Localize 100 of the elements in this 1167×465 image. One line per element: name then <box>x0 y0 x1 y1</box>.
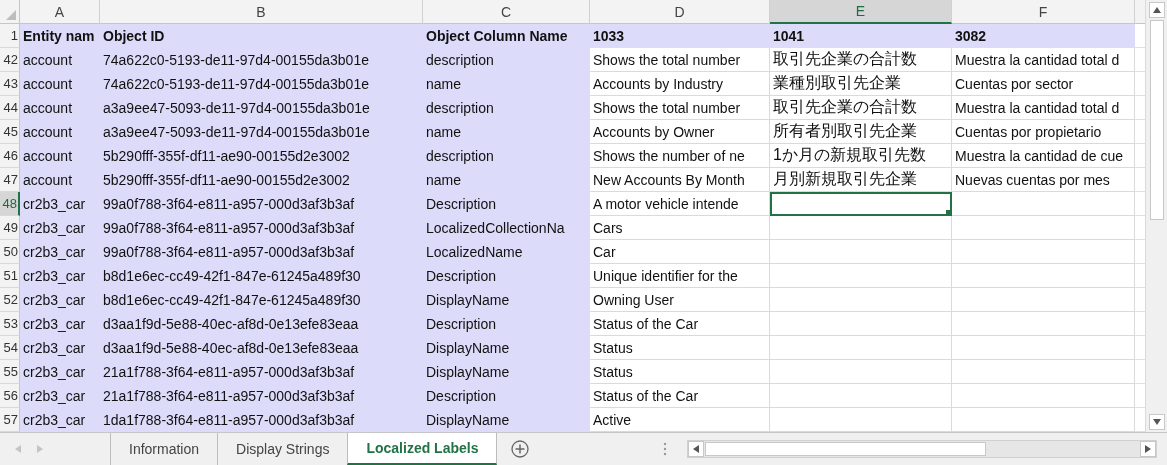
table-cell[interactable]: b8d1e6ec-cc49-42f1-847e-61245a489f30 <box>100 288 423 312</box>
table-cell[interactable]: DisplayName <box>423 288 590 312</box>
table-cell[interactable]: New Accounts By Month <box>590 168 770 192</box>
table-cell[interactable]: 99a0f788-3f64-e811-a957-000d3af3b3af <box>100 192 423 216</box>
table-cell[interactable]: 1か月の新規取引先数 <box>770 144 952 168</box>
row-header[interactable]: 50 <box>0 240 20 264</box>
column-header[interactable]: C <box>423 0 590 24</box>
next-sheet-button[interactable] <box>36 445 44 453</box>
table-cell[interactable]: 月別新規取引先企業 <box>770 168 952 192</box>
row-header[interactable]: 44 <box>0 96 20 120</box>
table-cell[interactable]: Status of the Car <box>590 384 770 408</box>
table-cell[interactable]: name <box>423 168 590 192</box>
splitter-icon[interactable] <box>663 442 668 456</box>
table-cell[interactable]: 3082 <box>952 24 1135 48</box>
table-cell[interactable] <box>952 312 1135 336</box>
table-cell[interactable]: 21a1f788-3f64-e811-a957-000d3af3b3af <box>100 360 423 384</box>
scroll-down-button[interactable] <box>1148 414 1165 430</box>
table-cell[interactable]: 所有者別取引先企業 <box>770 120 952 144</box>
table-cell[interactable] <box>952 336 1135 360</box>
table-cell[interactable]: 21a1f788-3f64-e811-a957-000d3af3b3af <box>100 384 423 408</box>
table-cell[interactable] <box>952 264 1135 288</box>
table-cell[interactable]: cr2b3_car <box>20 288 100 312</box>
table-cell[interactable]: LocalizedCollectionNa <box>423 216 590 240</box>
table-cell[interactable]: Status <box>590 360 770 384</box>
table-cell[interactable]: Muestra la cantidad total d <box>952 96 1135 120</box>
table-cell[interactable] <box>952 288 1135 312</box>
table-cell[interactable]: cr2b3_car <box>20 264 100 288</box>
table-cell[interactable]: Status of the Car <box>590 312 770 336</box>
column-header[interactable]: F <box>952 0 1135 24</box>
table-cell[interactable]: name <box>423 72 590 96</box>
table-cell[interactable]: 取引先企業の合計数 <box>770 48 952 72</box>
table-cell[interactable]: DisplayName <box>423 336 590 360</box>
table-cell[interactable]: d3aa1f9d-5e88-40ec-af8d-0e13efe83eaa <box>100 336 423 360</box>
table-cell[interactable]: Muestra la cantidad de cue <box>952 144 1135 168</box>
table-cell[interactable]: Car <box>590 240 770 264</box>
table-cell[interactable]: DisplayName <box>423 360 590 384</box>
table-cell[interactable]: 74a622c0-5193-de11-97d4-00155da3b01e <box>100 48 423 72</box>
table-cell[interactable]: cr2b3_car <box>20 408 100 432</box>
row-header[interactable]: 51 <box>0 264 20 288</box>
row-header[interactable]: 42 <box>0 48 20 72</box>
table-cell[interactable]: account <box>20 120 100 144</box>
table-cell[interactable]: Active <box>590 408 770 432</box>
table-cell[interactable]: 1da1f788-3f64-e811-a957-000d3af3b3af <box>100 408 423 432</box>
table-cell[interactable]: Shows the total number <box>590 96 770 120</box>
table-cell[interactable]: Cuentas por propietario <box>952 120 1135 144</box>
table-cell[interactable]: 5b290fff-355f-df11-ae90-00155d2e3002 <box>100 144 423 168</box>
scroll-thumb[interactable] <box>705 442 986 456</box>
sheet-tab[interactable]: Localized Labels <box>347 433 498 465</box>
table-cell[interactable]: b8d1e6ec-cc49-42f1-847e-61245a489f30 <box>100 264 423 288</box>
table-cell[interactable] <box>770 384 952 408</box>
horizontal-scrollbar[interactable] <box>687 440 1157 458</box>
row-header[interactable]: 1 <box>0 24 20 48</box>
table-cell[interactable] <box>952 240 1135 264</box>
table-cell[interactable]: cr2b3_car <box>20 312 100 336</box>
row-header[interactable]: 55 <box>0 360 20 384</box>
table-cell[interactable]: Entity nam <box>20 24 100 48</box>
previous-sheet-button[interactable] <box>14 445 22 453</box>
table-cell[interactable] <box>770 216 952 240</box>
table-cell[interactable]: a3a9ee47-5093-de11-97d4-00155da3b01e <box>100 96 423 120</box>
table-cell[interactable]: 74a622c0-5193-de11-97d4-00155da3b01e <box>100 72 423 96</box>
table-cell[interactable]: Nuevas cuentas por mes <box>952 168 1135 192</box>
fill-handle[interactable] <box>946 210 951 215</box>
table-cell[interactable]: 業種別取引先企業 <box>770 72 952 96</box>
vertical-scrollbar[interactable] <box>1145 0 1167 432</box>
table-cell[interactable]: Description <box>423 264 590 288</box>
row-header[interactable]: 43 <box>0 72 20 96</box>
table-cell[interactable]: Cuentas por sector <box>952 72 1135 96</box>
table-cell[interactable] <box>770 240 952 264</box>
table-cell[interactable]: A motor vehicle intende <box>590 192 770 216</box>
table-cell[interactable]: DisplayName <box>423 408 590 432</box>
table-cell[interactable]: Description <box>423 384 590 408</box>
table-cell[interactable]: Muestra la cantidad total d <box>952 48 1135 72</box>
row-header[interactable]: 49 <box>0 216 20 240</box>
table-cell[interactable] <box>770 288 952 312</box>
table-cell[interactable]: 1041 <box>770 24 952 48</box>
table-cell[interactable] <box>952 192 1135 216</box>
table-cell[interactable]: description <box>423 144 590 168</box>
table-cell[interactable] <box>770 408 952 432</box>
table-cell[interactable]: 99a0f788-3f64-e811-a957-000d3af3b3af <box>100 216 423 240</box>
row-header[interactable]: 52 <box>0 288 20 312</box>
table-cell[interactable] <box>952 360 1135 384</box>
table-cell[interactable]: Object Column Name <box>423 24 590 48</box>
table-cell[interactable]: cr2b3_car <box>20 216 100 240</box>
table-cell[interactable]: description <box>423 48 590 72</box>
table-cell[interactable]: cr2b3_car <box>20 192 100 216</box>
table-cell[interactable]: Description <box>423 312 590 336</box>
table-cell[interactable]: account <box>20 96 100 120</box>
table-cell[interactable] <box>952 408 1135 432</box>
table-cell[interactable] <box>770 264 952 288</box>
table-cell[interactable]: description <box>423 96 590 120</box>
column-header[interactable]: B <box>100 0 423 24</box>
scroll-thumb[interactable] <box>1149 20 1164 220</box>
row-header[interactable]: 47 <box>0 168 20 192</box>
table-cell[interactable]: account <box>20 144 100 168</box>
column-header[interactable]: D <box>590 0 770 24</box>
scroll-up-button[interactable] <box>1148 2 1165 18</box>
table-cell[interactable]: 取引先企業の合計数 <box>770 96 952 120</box>
row-header[interactable]: 48 <box>0 192 20 216</box>
table-cell[interactable]: a3a9ee47-5093-de11-97d4-00155da3b01e <box>100 120 423 144</box>
table-cell[interactable]: 5b290fff-355f-df11-ae90-00155d2e3002 <box>100 168 423 192</box>
